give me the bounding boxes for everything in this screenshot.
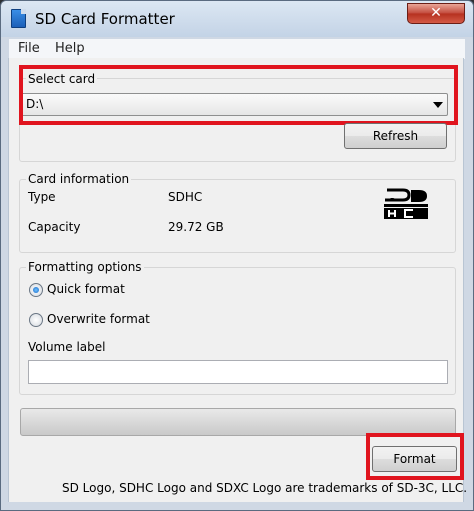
quick-format-label[interactable]: Quick format (47, 282, 125, 296)
close-button[interactable]: ✕ (407, 3, 465, 24)
menu-bar: File Help (9, 39, 465, 59)
menu-file[interactable]: File (18, 41, 40, 56)
format-button-highlight (366, 433, 464, 480)
sd-card-app-icon (11, 9, 26, 28)
volume-label-caption: Volume label (28, 340, 106, 354)
sdhc-logo-icon (384, 188, 428, 219)
card-info-label: Card information (26, 172, 132, 186)
overwrite-format-label[interactable]: Overwrite format (47, 312, 150, 326)
title-bar[interactable]: SD Card Formatter ✕ (1, 1, 473, 37)
quick-format-radio[interactable] (29, 283, 43, 297)
overwrite-format-radio[interactable] (29, 313, 43, 327)
capacity-label: Capacity (28, 220, 81, 234)
window-title: SD Card Formatter (35, 10, 175, 28)
type-label: Type (28, 190, 56, 204)
type-value: SDHC (168, 190, 203, 204)
trademark-notice: SD Logo, SDHC Logo and SDXC Logo are tra… (62, 481, 468, 495)
select-card-highlight (19, 65, 458, 125)
formatting-options-label: Formatting options (26, 260, 144, 274)
menu-help[interactable]: Help (55, 41, 85, 56)
refresh-button[interactable]: Refresh (344, 123, 447, 149)
format-progress-bar (20, 408, 456, 436)
capacity-value: 29.72 GB (168, 220, 224, 234)
volume-label-input[interactable] (28, 360, 448, 384)
